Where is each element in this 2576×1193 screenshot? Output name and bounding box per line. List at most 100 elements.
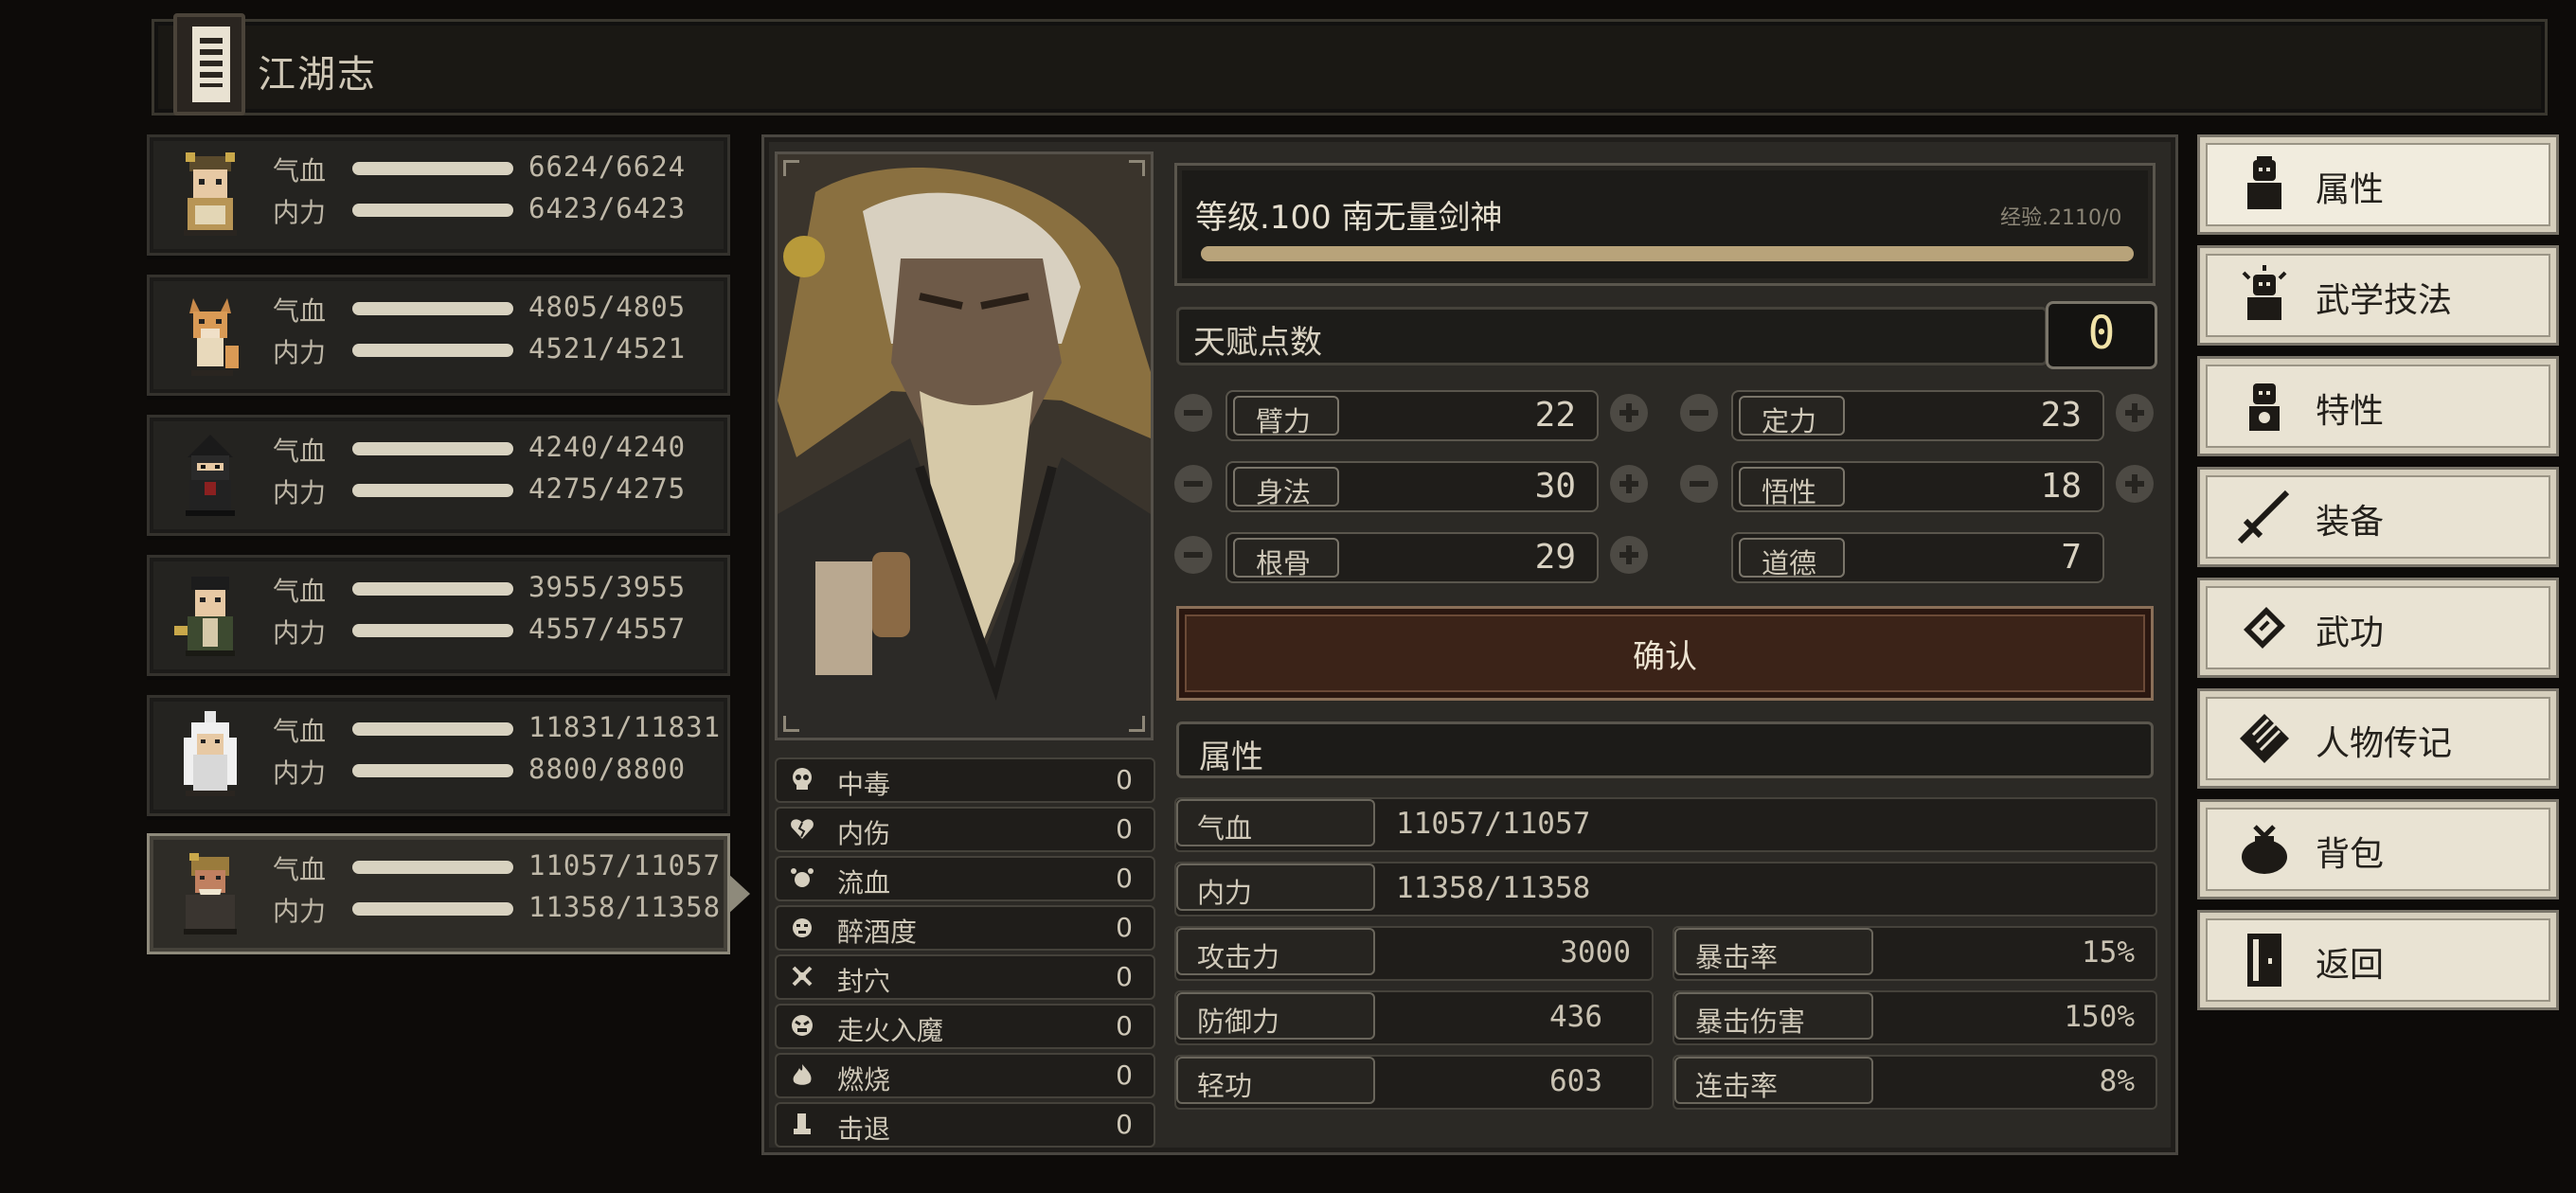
attr-label: 暴击伤害 bbox=[1695, 1006, 1806, 1038]
flame-icon bbox=[793, 1064, 812, 1085]
mp-value: 4521/4521 bbox=[528, 332, 687, 365]
arm-strength-minus-button[interactable] bbox=[1174, 394, 1212, 432]
skull-icon bbox=[793, 768, 812, 790]
mp-bar bbox=[352, 902, 513, 916]
stat-tag: 臂力 bbox=[1233, 396, 1339, 437]
status-bleeding: 流血 0 bbox=[775, 856, 1155, 901]
menu-attributes-button[interactable]: 属性 bbox=[2197, 134, 2559, 235]
party-member-card[interactable]: 气血 内力 4240/4240 4275/4275 bbox=[147, 415, 730, 536]
status-burning: 燃烧 0 bbox=[775, 1053, 1155, 1098]
attr-row-crit-damage: 暴击伤害 150% bbox=[1673, 990, 2157, 1045]
constitution-plus-button[interactable] bbox=[1610, 536, 1648, 574]
mp-label: 内力 bbox=[273, 896, 327, 927]
mp-value: 6423/6423 bbox=[528, 192, 687, 224]
door-icon bbox=[2247, 934, 2281, 987]
menu-kungfu-button[interactable]: 武功 bbox=[2197, 578, 2559, 678]
menu-label: 武功 bbox=[2316, 614, 2385, 652]
stat-value: 23 bbox=[2040, 396, 2082, 435]
stat-tag: 定力 bbox=[1739, 396, 1845, 437]
party-member-card[interactable]: 气血 内力 6624/6624 6423/6423 bbox=[147, 134, 730, 256]
ninja-avatar-icon bbox=[186, 435, 235, 516]
mp-value: 4557/4557 bbox=[528, 613, 687, 645]
stat-tag: 道德 bbox=[1739, 538, 1845, 579]
stat-label: 道德 bbox=[1762, 547, 1817, 579]
attr-value: 11358/11358 bbox=[1396, 871, 1591, 905]
mp-label: 内力 bbox=[273, 757, 327, 789]
hp-label: 气血 bbox=[273, 576, 327, 607]
status-knockback: 击退 0 bbox=[775, 1102, 1155, 1148]
mp-label: 内力 bbox=[273, 337, 327, 368]
party-member-card[interactable]: 气血 内力 3955/3955 4557/4557 bbox=[147, 555, 730, 676]
stat-value: 29 bbox=[1534, 538, 1576, 577]
stat-label: 悟性 bbox=[1762, 476, 1817, 508]
mp-bar bbox=[352, 344, 513, 357]
status-value: 0 bbox=[1116, 863, 1133, 894]
comprehension-minus-button[interactable] bbox=[1680, 465, 1718, 503]
character-portrait bbox=[775, 151, 1154, 740]
comprehension-plus-button[interactable] bbox=[2116, 465, 2154, 503]
hp-label: 气血 bbox=[273, 155, 327, 187]
mp-bar bbox=[352, 624, 513, 637]
menu-equipment-button[interactable]: 装备 bbox=[2197, 467, 2559, 567]
menu-biography-button[interactable]: 人物传记 bbox=[2197, 688, 2559, 789]
attr-label: 轻功 bbox=[1197, 1070, 1253, 1102]
hp-value: 6624/6624 bbox=[528, 151, 687, 183]
menu-bag-button[interactable]: 背包 bbox=[2197, 799, 2559, 899]
attr-value: 603 bbox=[1549, 1064, 1602, 1098]
menu-traits-button[interactable]: 特性 bbox=[2197, 356, 2559, 456]
stat-agility: 身法 30 bbox=[1225, 461, 1599, 512]
menu-back-button[interactable]: 返回 bbox=[2197, 910, 2559, 1010]
scroll-book-icon bbox=[2244, 607, 2285, 649]
party-member-card[interactable]: 气血 内力 11831/11831 8800/8800 bbox=[147, 695, 730, 816]
stat-value: 7 bbox=[2061, 538, 2082, 577]
attr-tag: 攻击力 bbox=[1176, 928, 1375, 975]
status-label: 醉酒度 bbox=[837, 917, 918, 948]
attr-tag: 轻功 bbox=[1176, 1057, 1375, 1104]
menu-label: 特性 bbox=[2316, 392, 2385, 431]
status-sealed-acupoint: 封穴 0 bbox=[775, 954, 1155, 1000]
menu-label: 武学技法 bbox=[2316, 281, 2453, 320]
attr-row-attack: 攻击力 3000 bbox=[1174, 926, 1654, 981]
attributes-header bbox=[1176, 721, 2154, 778]
constitution-minus-button[interactable] bbox=[1174, 536, 1212, 574]
status-value: 0 bbox=[1116, 764, 1133, 795]
status-value: 0 bbox=[1116, 1109, 1133, 1140]
composure-plus-button[interactable] bbox=[2116, 394, 2154, 432]
talent-points-value: 0 bbox=[2087, 307, 2116, 360]
hp-label: 气血 bbox=[273, 716, 327, 747]
attr-row-combo-rate: 连击率 8% bbox=[1673, 1055, 2157, 1110]
menu-martial-skills-button[interactable]: 武学技法 bbox=[2197, 245, 2559, 346]
confirm-button-label[interactable]: 确认 bbox=[1176, 631, 2154, 677]
attr-row-mp: 内力 11358/11358 bbox=[1174, 862, 2157, 917]
blood-drop-icon bbox=[791, 868, 814, 887]
status-value: 0 bbox=[1116, 1059, 1133, 1091]
exp-text: 经验.2110/0 bbox=[2000, 206, 2122, 230]
trait-icon bbox=[2249, 383, 2280, 431]
attr-row-lightness: 轻功 603 bbox=[1174, 1055, 1654, 1110]
talent-points-label: 天赋点数 bbox=[1193, 324, 1322, 362]
stat-label: 根骨 bbox=[1256, 547, 1312, 579]
attr-value: 8% bbox=[2099, 1064, 2135, 1098]
party-member-card[interactable]: 气血 内力 4805/4805 4521/4521 bbox=[147, 275, 730, 396]
level-title: 等级.100 南无量剑神 bbox=[1195, 199, 1503, 237]
stat-arm-strength: 臂力 22 bbox=[1225, 390, 1599, 441]
attr-label: 连击率 bbox=[1695, 1070, 1779, 1102]
attr-tag: 防御力 bbox=[1176, 992, 1375, 1040]
hp-label: 气血 bbox=[273, 436, 327, 467]
hp-value: 4240/4240 bbox=[528, 431, 687, 463]
agility-plus-button[interactable] bbox=[1610, 465, 1648, 503]
old-swordmaster-portrait bbox=[778, 154, 1151, 738]
attr-tag: 连击率 bbox=[1674, 1057, 1873, 1104]
status-label: 内伤 bbox=[837, 818, 891, 849]
frame-corner bbox=[1129, 160, 1145, 176]
selection-pointer-icon bbox=[727, 873, 750, 915]
composure-minus-button[interactable] bbox=[1680, 394, 1718, 432]
arm-strength-plus-button[interactable] bbox=[1610, 394, 1648, 432]
agility-minus-button[interactable] bbox=[1174, 465, 1212, 503]
hp-value: 4805/4805 bbox=[528, 291, 687, 323]
frame-corner bbox=[783, 160, 799, 176]
stat-label: 身法 bbox=[1256, 476, 1312, 508]
attributes-title: 属性 bbox=[1199, 739, 1263, 776]
mp-label: 内力 bbox=[273, 197, 327, 228]
party-member-card-selected[interactable]: 气血 内力 11057/11057 11358/11358 bbox=[147, 833, 730, 954]
